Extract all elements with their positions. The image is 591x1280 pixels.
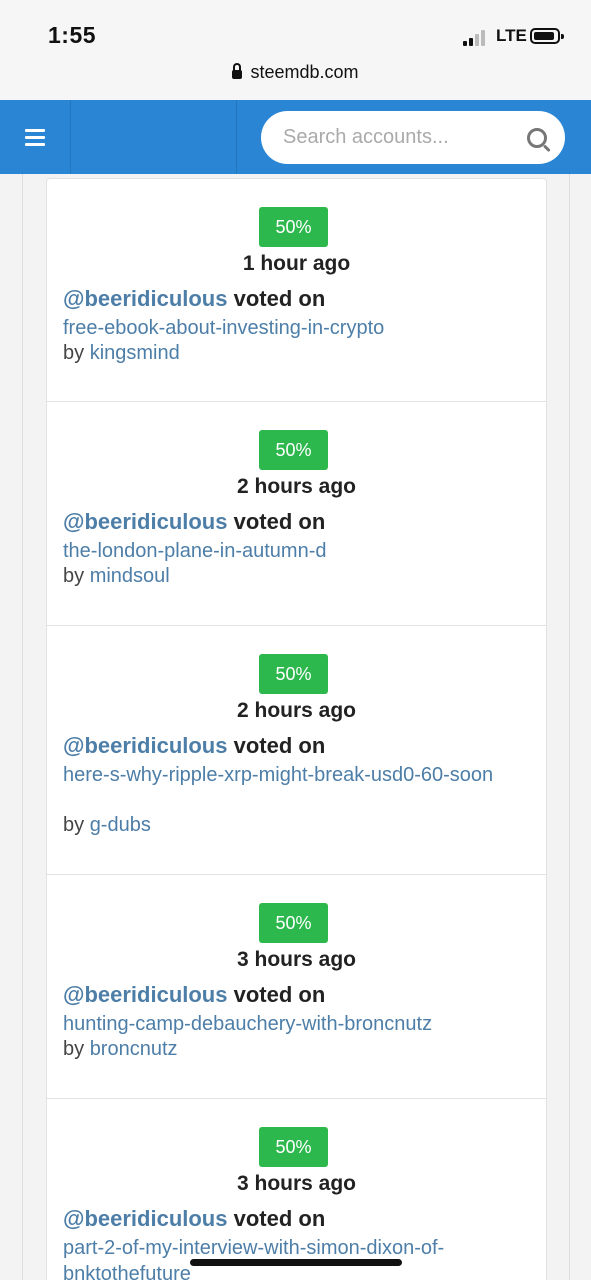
- vote-weight-badge: 50%: [259, 430, 328, 470]
- author-line: by kingsmind: [63, 342, 180, 365]
- vote-action: voted on: [227, 1206, 326, 1231]
- list-item: 50% 3 hours ago @beeridiculous voted on …: [46, 875, 547, 1099]
- lock-icon: [232, 63, 243, 79]
- status-bar: 1:55 LTE steemdb.com: [0, 0, 591, 100]
- by-label: by: [63, 565, 90, 587]
- vote-time: 1 hour ago: [242, 252, 351, 275]
- vote-weight-badge: 50%: [259, 1127, 328, 1167]
- app-header: [0, 100, 591, 174]
- author-line: by mindsoul: [63, 565, 170, 588]
- vote-weight-badge: 50%: [259, 207, 328, 247]
- vote-line: @beeridiculous voted on: [63, 982, 325, 1008]
- voter-link[interactable]: @beeridiculous: [63, 982, 227, 1007]
- status-time: 1:55: [48, 22, 97, 48]
- network-label: LTE: [496, 26, 527, 45]
- vote-line: @beeridiculous voted on: [63, 509, 325, 535]
- vote-list: 50% 1 hour ago @beeridiculous voted on f…: [46, 178, 547, 1280]
- list-item: 50% 3 hours ago @beeridiculous voted on …: [46, 1099, 547, 1280]
- vote-line: @beeridiculous voted on: [63, 733, 325, 759]
- menu-button[interactable]: [0, 100, 71, 174]
- author-link[interactable]: kingsmind: [90, 342, 180, 364]
- by-label: by: [63, 342, 90, 364]
- by-label: by: [63, 814, 90, 836]
- author-line: by g-dubs: [63, 814, 151, 837]
- post-link[interactable]: part-2-of-my-interview-with-simon-dixon-…: [63, 1235, 513, 1280]
- vote-action: voted on: [227, 509, 326, 534]
- post-link[interactable]: here-s-why-ripple-xrp-might-break-usd0-6…: [63, 762, 513, 788]
- url-text: steemdb.com: [250, 62, 359, 82]
- vote-time: 2 hours ago: [236, 699, 357, 722]
- voter-link[interactable]: @beeridiculous: [63, 733, 227, 758]
- vote-action: voted on: [227, 733, 326, 758]
- battery-icon: [530, 28, 564, 44]
- list-item: 50% 1 hour ago @beeridiculous voted on f…: [46, 178, 547, 402]
- search-box[interactable]: [261, 111, 565, 164]
- author-link[interactable]: mindsoul: [90, 565, 170, 587]
- post-link[interactable]: the-london-plane-in-autumn-d: [63, 538, 513, 564]
- main-content: 50% 1 hour ago @beeridiculous voted on f…: [22, 174, 570, 1280]
- by-label: by: [63, 1038, 90, 1060]
- author-link[interactable]: g-dubs: [90, 814, 151, 836]
- vote-time: 3 hours ago: [236, 948, 357, 971]
- signal-icon: [463, 30, 491, 46]
- list-item: 50% 2 hours ago @beeridiculous voted on …: [46, 626, 547, 875]
- list-item: 50% 2 hours ago @beeridiculous voted on …: [46, 402, 547, 626]
- vote-weight-badge: 50%: [259, 654, 328, 694]
- home-indicator[interactable]: [190, 1259, 402, 1266]
- voter-link[interactable]: @beeridiculous: [63, 509, 227, 534]
- vote-action: voted on: [227, 286, 326, 311]
- search-input[interactable]: [283, 111, 513, 164]
- post-link[interactable]: free-ebook-about-investing-in-crypto: [63, 315, 513, 341]
- vote-time: 2 hours ago: [236, 475, 357, 498]
- vote-line: @beeridiculous voted on: [63, 1206, 325, 1232]
- vote-line: @beeridiculous voted on: [63, 286, 325, 312]
- voter-link[interactable]: @beeridiculous: [63, 1206, 227, 1231]
- post-link[interactable]: hunting-camp-debauchery-with-broncnutz: [63, 1011, 513, 1037]
- author-line: by broncnutz: [63, 1038, 178, 1061]
- vote-time: 3 hours ago: [236, 1172, 357, 1195]
- vote-action: voted on: [227, 982, 326, 1007]
- header-divider: [236, 100, 237, 174]
- address-bar[interactable]: steemdb.com: [0, 62, 591, 83]
- search-icon[interactable]: [527, 128, 547, 148]
- vote-weight-badge: 50%: [259, 903, 328, 943]
- author-link[interactable]: broncnutz: [90, 1038, 178, 1060]
- voter-link[interactable]: @beeridiculous: [63, 286, 227, 311]
